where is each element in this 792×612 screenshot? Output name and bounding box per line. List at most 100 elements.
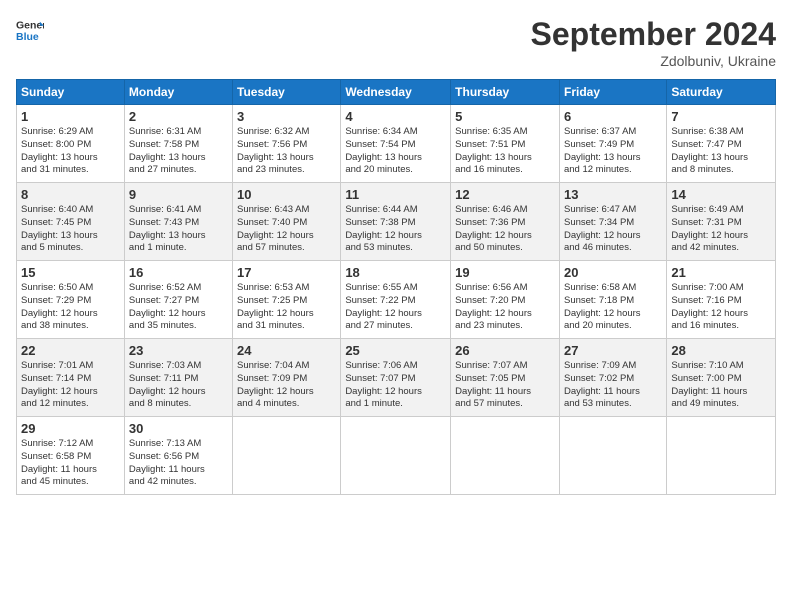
col-wednesday: Wednesday bbox=[341, 80, 451, 105]
day-number: 10 bbox=[237, 187, 336, 202]
table-row: 30 Sunrise: 7:13 AMSunset: 6:56 PMDayligh… bbox=[124, 417, 232, 495]
table-row: 3 Sunrise: 6:32 AMSunset: 7:56 PMDaylight… bbox=[233, 105, 341, 183]
day-info: Sunrise: 6:49 AMSunset: 7:31 PMDaylight:… bbox=[671, 204, 771, 255]
table-row: 10 Sunrise: 6:43 AMSunset: 7:40 PMDayligh… bbox=[233, 183, 341, 261]
table-row: 17 Sunrise: 6:53 AMSunset: 7:25 PMDayligh… bbox=[233, 261, 341, 339]
day-number: 20 bbox=[564, 265, 662, 280]
day-info: Sunrise: 7:10 AMSunset: 7:00 PMDaylight:… bbox=[671, 360, 771, 411]
calendar-week-row: 15 Sunrise: 6:50 AMSunset: 7:29 PMDayligh… bbox=[17, 261, 776, 339]
day-number: 15 bbox=[21, 265, 120, 280]
day-info: Sunrise: 6:34 AMSunset: 7:54 PMDaylight:… bbox=[345, 126, 446, 177]
logo: General Blue bbox=[16, 16, 44, 44]
table-row: 19 Sunrise: 6:56 AMSunset: 7:20 PMDayligh… bbox=[451, 261, 560, 339]
day-number: 2 bbox=[129, 109, 228, 124]
calendar-week-row: 22Sunrise: 7:01 AMSunset: 7:14 PMDayligh… bbox=[17, 339, 776, 417]
day-info: Sunrise: 6:52 AMSunset: 7:27 PMDaylight:… bbox=[129, 282, 228, 333]
table-row: 29 Sunrise: 7:12 AMSunset: 6:58 PMDayligh… bbox=[17, 417, 125, 495]
day-info: Sunrise: 6:43 AMSunset: 7:40 PMDaylight:… bbox=[237, 204, 336, 255]
col-sunday: Sunday bbox=[17, 80, 125, 105]
day-info: Sunrise: 6:37 AMSunset: 7:49 PMDaylight:… bbox=[564, 126, 662, 177]
day-info: Sunrise: 7:04 AMSunset: 7:09 PMDaylight:… bbox=[237, 360, 336, 411]
table-row: 1 Sunrise: 6:29 AMSunset: 8:00 PMDaylight… bbox=[17, 105, 125, 183]
day-number: 28 bbox=[671, 343, 771, 358]
day-info: Sunrise: 6:38 AMSunset: 7:47 PMDaylight:… bbox=[671, 126, 771, 177]
day-number: 23 bbox=[129, 343, 228, 358]
day-number: 17 bbox=[237, 265, 336, 280]
table-row: 23 Sunrise: 7:03 AMSunset: 7:11 PMDayligh… bbox=[124, 339, 232, 417]
day-info: Sunrise: 6:44 AMSunset: 7:38 PMDaylight:… bbox=[345, 204, 446, 255]
header: General Blue September 2024 Zdolbuniv, U… bbox=[16, 16, 776, 69]
day-info: Sunrise: 6:35 AMSunset: 7:51 PMDaylight:… bbox=[455, 126, 555, 177]
table-row bbox=[559, 417, 666, 495]
calendar-table: Sunday Monday Tuesday Wednesday Thursday… bbox=[16, 79, 776, 495]
day-number: 24 bbox=[237, 343, 336, 358]
table-row: 22Sunrise: 7:01 AMSunset: 7:14 PMDayligh… bbox=[17, 339, 125, 417]
day-info: Sunrise: 7:03 AMSunset: 7:11 PMDaylight:… bbox=[129, 360, 228, 411]
title-block: September 2024 Zdolbuniv, Ukraine bbox=[531, 16, 776, 69]
table-row: 12 Sunrise: 6:46 AMSunset: 7:36 PMDayligh… bbox=[451, 183, 560, 261]
day-number: 16 bbox=[129, 265, 228, 280]
day-info: Sunrise: 6:41 AMSunset: 7:43 PMDaylight:… bbox=[129, 204, 228, 255]
table-row: 27 Sunrise: 7:09 AMSunset: 7:02 PMDayligh… bbox=[559, 339, 666, 417]
day-number: 13 bbox=[564, 187, 662, 202]
day-number: 26 bbox=[455, 343, 555, 358]
day-info: Sunrise: 6:46 AMSunset: 7:36 PMDaylight:… bbox=[455, 204, 555, 255]
day-number: 19 bbox=[455, 265, 555, 280]
day-info: Sunrise: 7:09 AMSunset: 7:02 PMDaylight:… bbox=[564, 360, 662, 411]
day-number: 25 bbox=[345, 343, 446, 358]
day-number: 29 bbox=[21, 421, 120, 436]
day-info: Sunrise: 7:07 AMSunset: 7:05 PMDaylight:… bbox=[455, 360, 555, 411]
day-info: Sunrise: 7:13 AMSunset: 6:56 PMDaylight:… bbox=[129, 438, 228, 489]
day-number: 27 bbox=[564, 343, 662, 358]
table-row: 2Sunrise: 6:31 AMSunset: 7:58 PMDaylight… bbox=[124, 105, 232, 183]
table-row: 18Sunrise: 6:55 AMSunset: 7:22 PMDayligh… bbox=[341, 261, 451, 339]
logo-icon: General Blue bbox=[16, 16, 44, 44]
day-number: 4 bbox=[345, 109, 446, 124]
calendar-week-row: 1 Sunrise: 6:29 AMSunset: 8:00 PMDaylight… bbox=[17, 105, 776, 183]
table-row bbox=[341, 417, 451, 495]
calendar-week-row: 29 Sunrise: 7:12 AMSunset: 6:58 PMDayligh… bbox=[17, 417, 776, 495]
day-number: 14 bbox=[671, 187, 771, 202]
table-row: 26 Sunrise: 7:07 AMSunset: 7:05 PMDayligh… bbox=[451, 339, 560, 417]
day-info: Sunrise: 6:56 AMSunset: 7:20 PMDaylight:… bbox=[455, 282, 555, 333]
page: General Blue September 2024 Zdolbuniv, U… bbox=[0, 0, 792, 612]
day-info: Sunrise: 7:06 AMSunset: 7:07 PMDaylight:… bbox=[345, 360, 446, 411]
table-row bbox=[233, 417, 341, 495]
day-number: 30 bbox=[129, 421, 228, 436]
day-info: Sunrise: 6:40 AMSunset: 7:45 PMDaylight:… bbox=[21, 204, 120, 255]
calendar-header-row: Sunday Monday Tuesday Wednesday Thursday… bbox=[17, 80, 776, 105]
table-row: 15 Sunrise: 6:50 AMSunset: 7:29 PMDayligh… bbox=[17, 261, 125, 339]
table-row: 16 Sunrise: 6:52 AMSunset: 7:27 PMDayligh… bbox=[124, 261, 232, 339]
table-row: 7Sunrise: 6:38 AMSunset: 7:47 PMDaylight… bbox=[667, 105, 776, 183]
table-row: 28 Sunrise: 7:10 AMSunset: 7:00 PMDayligh… bbox=[667, 339, 776, 417]
day-info: Sunrise: 7:12 AMSunset: 6:58 PMDaylight:… bbox=[21, 438, 120, 489]
svg-text:Blue: Blue bbox=[16, 31, 39, 43]
day-info: Sunrise: 6:58 AMSunset: 7:18 PMDaylight:… bbox=[564, 282, 662, 333]
day-info: Sunrise: 7:01 AMSunset: 7:14 PMDaylight:… bbox=[21, 360, 120, 411]
table-row bbox=[451, 417, 560, 495]
col-friday: Friday bbox=[559, 80, 666, 105]
table-row: 25 Sunrise: 7:06 AMSunset: 7:07 PMDayligh… bbox=[341, 339, 451, 417]
day-info: Sunrise: 6:53 AMSunset: 7:25 PMDaylight:… bbox=[237, 282, 336, 333]
table-row: 14 Sunrise: 6:49 AMSunset: 7:31 PMDayligh… bbox=[667, 183, 776, 261]
col-tuesday: Tuesday bbox=[233, 80, 341, 105]
day-number: 9 bbox=[129, 187, 228, 202]
table-row: 21Sunrise: 7:00 AMSunset: 7:16 PMDayligh… bbox=[667, 261, 776, 339]
table-row: 8Sunrise: 6:40 AMSunset: 7:45 PMDaylight… bbox=[17, 183, 125, 261]
col-saturday: Saturday bbox=[667, 80, 776, 105]
day-number: 3 bbox=[237, 109, 336, 124]
day-number: 6 bbox=[564, 109, 662, 124]
day-number: 5 bbox=[455, 109, 555, 124]
table-row bbox=[667, 417, 776, 495]
calendar-week-row: 8Sunrise: 6:40 AMSunset: 7:45 PMDaylight… bbox=[17, 183, 776, 261]
day-info: Sunrise: 6:47 AMSunset: 7:34 PMDaylight:… bbox=[564, 204, 662, 255]
day-number: 12 bbox=[455, 187, 555, 202]
table-row: 24 Sunrise: 7:04 AMSunset: 7:09 PMDayligh… bbox=[233, 339, 341, 417]
table-row: 6 Sunrise: 6:37 AMSunset: 7:49 PMDaylight… bbox=[559, 105, 666, 183]
day-info: Sunrise: 6:50 AMSunset: 7:29 PMDaylight:… bbox=[21, 282, 120, 333]
day-number: 1 bbox=[21, 109, 120, 124]
day-info: Sunrise: 6:32 AMSunset: 7:56 PMDaylight:… bbox=[237, 126, 336, 177]
day-number: 18 bbox=[345, 265, 446, 280]
day-info: Sunrise: 6:29 AMSunset: 8:00 PMDaylight:… bbox=[21, 126, 120, 177]
table-row: 11Sunrise: 6:44 AMSunset: 7:38 PMDayligh… bbox=[341, 183, 451, 261]
